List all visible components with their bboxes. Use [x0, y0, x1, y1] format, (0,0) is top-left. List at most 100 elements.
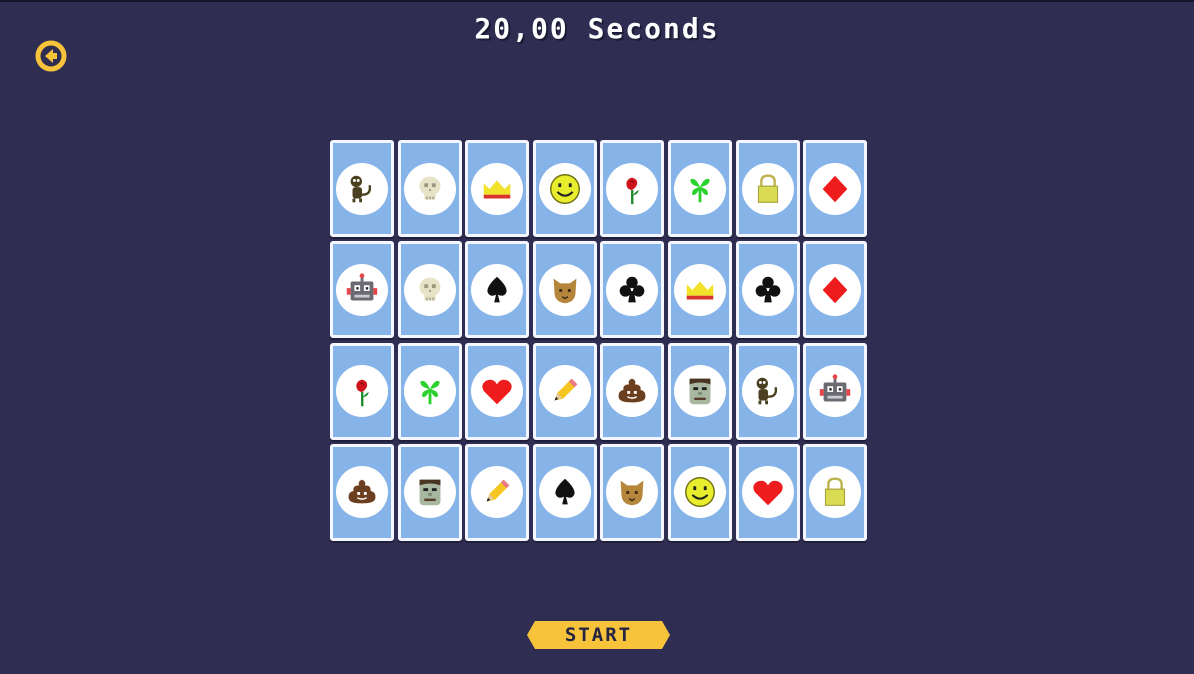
zombie-icon [419, 480, 441, 506]
memory-card-flower[interactable] [397, 342, 462, 440]
flower-icon [690, 178, 710, 202]
card-face [471, 162, 524, 215]
card-face [606, 466, 659, 519]
club-icon [620, 276, 645, 303]
spade-icon [555, 479, 575, 505]
memory-card-crown[interactable] [667, 241, 732, 339]
memory-card-poop[interactable] [330, 443, 394, 541]
card-face [538, 365, 591, 418]
memory-card-heart[interactable] [465, 342, 530, 440]
memory-card-flower[interactable] [667, 140, 732, 237]
rose-icon [626, 177, 640, 204]
memory-card-robot[interactable] [803, 342, 868, 440]
flower-icon [420, 380, 440, 405]
memory-card-smiley[interactable] [667, 443, 732, 541]
spade-icon [487, 276, 507, 303]
diamond-icon [822, 175, 848, 202]
pencil-icon [554, 378, 578, 401]
memory-card-zombie[interactable] [397, 443, 462, 541]
diamond-icon [822, 276, 848, 304]
card-face [673, 365, 726, 418]
memory-card-pencil[interactable] [465, 443, 530, 541]
crown-icon [483, 179, 511, 198]
memory-card-monkey[interactable] [735, 342, 800, 440]
card-face [403, 263, 456, 316]
start-button[interactable]: START [527, 621, 670, 649]
card-face [741, 162, 794, 215]
lock-icon [757, 174, 778, 203]
memory-card-lock[interactable] [803, 443, 868, 541]
memory-card-monkey[interactable] [330, 140, 394, 237]
card-face [336, 466, 388, 519]
memory-card-spade[interactable] [532, 443, 597, 541]
rose-icon [356, 379, 369, 407]
card-face [809, 365, 862, 418]
card-grid [330, 140, 868, 541]
card-face [471, 263, 524, 316]
memory-card-diamond[interactable] [803, 140, 868, 237]
memory-card-poop[interactable] [600, 342, 665, 440]
card-face [336, 365, 388, 418]
memory-card-club[interactable] [600, 241, 665, 339]
arrow-left-circle-icon [35, 40, 67, 72]
memory-card-rose[interactable] [330, 342, 394, 440]
card-face [673, 263, 726, 316]
smiley-icon [685, 477, 715, 508]
monkey-icon [350, 175, 372, 202]
cat-icon [620, 480, 644, 506]
card-face [403, 162, 456, 215]
memory-card-club[interactable] [735, 241, 800, 339]
monkey-icon [756, 377, 777, 405]
memory-card-cat[interactable] [532, 241, 597, 339]
zombie-icon [689, 378, 711, 405]
top-border [0, 0, 1194, 2]
memory-card-skull[interactable] [397, 241, 462, 339]
poop-icon [618, 378, 646, 403]
card-face [809, 263, 862, 316]
card-face [471, 466, 524, 519]
heart-icon [482, 379, 512, 405]
memory-card-smiley[interactable] [532, 140, 597, 237]
memory-card-spade[interactable] [465, 241, 530, 339]
memory-card-lock[interactable] [735, 140, 800, 237]
card-face [606, 162, 659, 215]
robot-icon [819, 374, 851, 402]
timer-display: 20,00 Seconds [474, 12, 720, 45]
card-face [538, 466, 591, 519]
card-face [606, 263, 659, 316]
memory-card-crown[interactable] [465, 140, 530, 237]
robot-icon [346, 273, 378, 301]
memory-card-zombie[interactable] [667, 342, 732, 440]
card-face [606, 365, 659, 418]
pencil-icon [486, 480, 510, 502]
card-face [673, 466, 726, 519]
memory-card-pencil[interactable] [532, 342, 597, 440]
memory-card-skull[interactable] [397, 140, 462, 237]
card-face [538, 162, 591, 215]
memory-card-heart[interactable] [735, 443, 800, 541]
crown-icon [686, 281, 714, 300]
memory-card-cat[interactable] [600, 443, 665, 541]
card-face [741, 365, 794, 418]
card-face [673, 162, 726, 215]
card-face [403, 466, 456, 519]
memory-card-robot[interactable] [330, 241, 394, 339]
skull-icon [419, 277, 441, 301]
card-face [809, 162, 862, 215]
smiley-icon [549, 173, 580, 204]
skull-icon [419, 176, 441, 199]
card-face [538, 263, 591, 316]
cat-icon [553, 278, 577, 304]
memory-card-rose[interactable] [600, 140, 665, 237]
card-face [336, 263, 388, 316]
lock-icon [825, 477, 846, 507]
back-button[interactable] [35, 40, 67, 72]
memory-card-diamond[interactable] [803, 241, 868, 339]
poop-icon [348, 480, 376, 504]
card-face [471, 365, 524, 418]
card-face [741, 466, 794, 519]
card-face [336, 162, 388, 215]
card-face [741, 263, 794, 316]
card-face [403, 365, 456, 418]
club-icon [755, 276, 780, 303]
